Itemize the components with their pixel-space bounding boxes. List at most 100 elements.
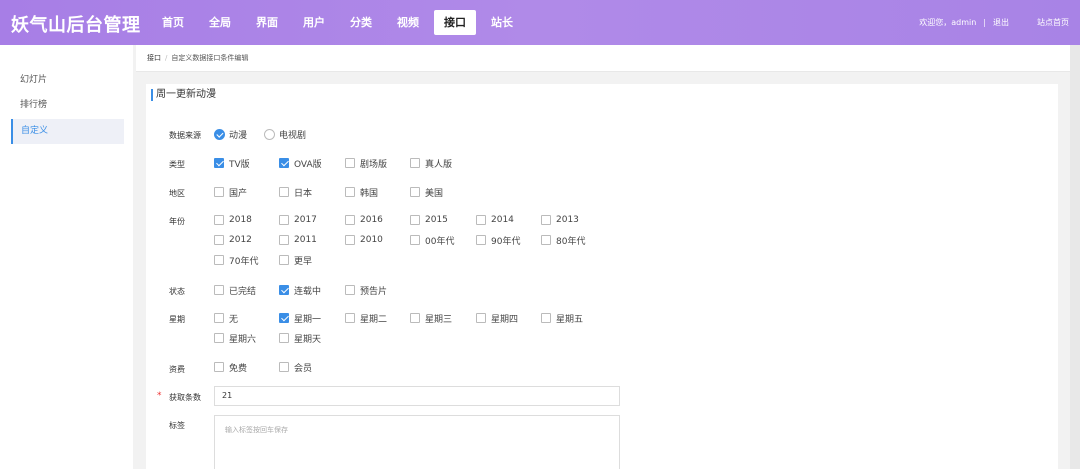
radio-source-0[interactable]: 动漫 xyxy=(214,128,247,141)
checkbox-box[interactable] xyxy=(476,235,486,245)
checkbox-fee-1[interactable]: 会员 xyxy=(279,361,312,374)
radio-circle[interactable] xyxy=(264,128,275,140)
checkbox-year-12[interactable]: 70年代 xyxy=(214,254,258,267)
checkbox-box[interactable] xyxy=(345,285,355,295)
radio-circle[interactable] xyxy=(214,128,225,140)
checkbox-weekday-7[interactable]: 星期天 xyxy=(279,332,321,345)
checkbox-box[interactable] xyxy=(279,285,289,295)
checkbox-box[interactable] xyxy=(214,215,224,225)
checkbox-box[interactable] xyxy=(345,187,355,197)
checkbox-year-11[interactable]: 80年代 xyxy=(541,234,585,247)
tags-input[interactable]: 输入标签按回车保存 xyxy=(214,415,620,469)
checkbox-weekday-2[interactable]: 星期二 xyxy=(345,312,388,325)
nav-tab-2[interactable]: 界面 xyxy=(246,10,288,35)
checkbox-weekday-6[interactable]: 星期六 xyxy=(214,332,256,345)
site-home-link[interactable]: 站点首页 xyxy=(1037,17,1069,28)
checkbox-type-1[interactable]: OVA版 xyxy=(279,157,322,170)
option-label: 国产 xyxy=(229,188,248,199)
checkbox-year-10[interactable]: 90年代 xyxy=(476,234,520,247)
checkbox-region-3[interactable]: 美国 xyxy=(410,186,443,199)
checkbox-year-1[interactable]: 2017 xyxy=(279,214,317,226)
nav-tab-4[interactable]: 分类 xyxy=(340,10,382,35)
checkbox-year-0[interactable]: 2018 xyxy=(214,214,252,226)
checkbox-box[interactable] xyxy=(279,158,289,168)
checkbox-box[interactable] xyxy=(279,362,289,372)
checkbox-box[interactable] xyxy=(476,215,486,225)
checkbox-box[interactable] xyxy=(214,235,224,245)
checkbox-box[interactable] xyxy=(345,235,355,245)
checkbox-weekday-1[interactable]: 星期一 xyxy=(279,312,321,325)
checkbox-box[interactable] xyxy=(541,313,551,323)
checkbox-box[interactable] xyxy=(345,215,355,225)
checkbox-status-1[interactable]: 连载中 xyxy=(279,284,321,297)
checkbox-region-1[interactable]: 日本 xyxy=(279,186,312,199)
checkbox-region-2[interactable]: 韩国 xyxy=(345,186,378,199)
checkbox-box[interactable] xyxy=(410,215,420,225)
checkbox-box[interactable] xyxy=(214,187,224,197)
checkbox-year-13[interactable]: 更早 xyxy=(279,254,312,267)
checkbox-type-3[interactable]: 真人版 xyxy=(410,157,453,170)
nav-tab-6[interactable]: 接口 xyxy=(434,10,476,35)
checkbox-type-2[interactable]: 剧场版 xyxy=(345,157,387,170)
checkbox-weekday-3[interactable]: 星期三 xyxy=(410,312,452,325)
checkbox-box[interactable] xyxy=(410,313,420,323)
option-label: OVA版 xyxy=(294,159,322,170)
option-label: 2012 xyxy=(229,235,252,245)
checkbox-box[interactable] xyxy=(214,158,224,168)
checkbox-status-0[interactable]: 已完结 xyxy=(214,284,256,297)
checkbox-box[interactable] xyxy=(410,158,420,168)
checkbox-box[interactable] xyxy=(541,215,551,225)
checkbox-type-0[interactable]: TV版 xyxy=(214,157,250,170)
checkbox-box[interactable] xyxy=(214,333,224,343)
checkbox-box[interactable] xyxy=(214,362,224,372)
checkbox-box[interactable] xyxy=(214,285,224,295)
checkbox-year-7[interactable]: 2011 xyxy=(279,234,317,246)
checkbox-box[interactable] xyxy=(214,313,224,323)
checkbox-box[interactable] xyxy=(279,187,289,197)
checkbox-year-8[interactable]: 2010 xyxy=(345,234,383,246)
option-label: TV版 xyxy=(229,159,250,170)
top-nav: 首页 全局 界面 用户 分类 视频 接口 站长 xyxy=(152,10,528,35)
checkbox-status-2[interactable]: 预告片 xyxy=(345,284,387,297)
checkbox-year-9[interactable]: 00年代 xyxy=(410,234,454,247)
checkbox-year-5[interactable]: 2013 xyxy=(541,214,579,226)
checkbox-box[interactable] xyxy=(279,255,289,265)
checkbox-year-3[interactable]: 2015 xyxy=(410,214,448,226)
checkbox-year-2[interactable]: 2016 xyxy=(345,214,383,226)
checkbox-box[interactable] xyxy=(279,235,289,245)
sidebar-item-ranking[interactable]: 排行榜 xyxy=(11,93,124,118)
sidebar-item-slides[interactable]: 幻灯片 xyxy=(11,68,124,93)
breadcrumb-root[interactable]: 接口 xyxy=(147,54,161,62)
nav-tab-5[interactable]: 视频 xyxy=(387,10,429,35)
logout-link[interactable]: 退出 xyxy=(993,17,1009,28)
option-label: 2014 xyxy=(491,215,514,225)
nav-tab-0[interactable]: 首页 xyxy=(152,10,194,35)
nav-tab-3[interactable]: 用户 xyxy=(293,10,335,35)
radio-source-1[interactable]: 电视剧 xyxy=(264,128,306,141)
checkbox-weekday-5[interactable]: 星期五 xyxy=(541,312,583,325)
count-input[interactable]: 21 xyxy=(214,386,620,406)
checkbox-region-0[interactable]: 国产 xyxy=(214,186,248,199)
checkbox-box[interactable] xyxy=(279,313,289,323)
checkbox-box[interactable] xyxy=(410,187,420,197)
checkbox-box[interactable] xyxy=(345,158,355,168)
top-separator: | xyxy=(983,18,986,27)
checkbox-box[interactable] xyxy=(345,313,355,323)
checkbox-year-6[interactable]: 2012 xyxy=(214,234,252,246)
scrollbar-track[interactable] xyxy=(1070,45,1080,469)
nav-tab-1[interactable]: 全局 xyxy=(199,10,241,35)
checkbox-weekday-0[interactable]: 无 xyxy=(214,312,238,325)
option-label: 真人版 xyxy=(425,159,453,170)
checkbox-box[interactable] xyxy=(214,255,224,265)
checkbox-year-4[interactable]: 2014 xyxy=(476,214,514,226)
checkbox-box[interactable] xyxy=(476,313,486,323)
checkbox-box[interactable] xyxy=(541,235,551,245)
checkbox-fee-0[interactable]: 免费 xyxy=(214,361,247,374)
option-label: 星期二 xyxy=(360,314,388,325)
checkbox-box[interactable] xyxy=(410,235,420,245)
sidebar-item-custom[interactable]: 自定义 xyxy=(11,119,124,144)
checkbox-box[interactable] xyxy=(279,215,289,225)
checkbox-box[interactable] xyxy=(279,333,289,343)
checkbox-weekday-4[interactable]: 星期四 xyxy=(476,312,518,325)
nav-tab-7[interactable]: 站长 xyxy=(481,10,523,35)
